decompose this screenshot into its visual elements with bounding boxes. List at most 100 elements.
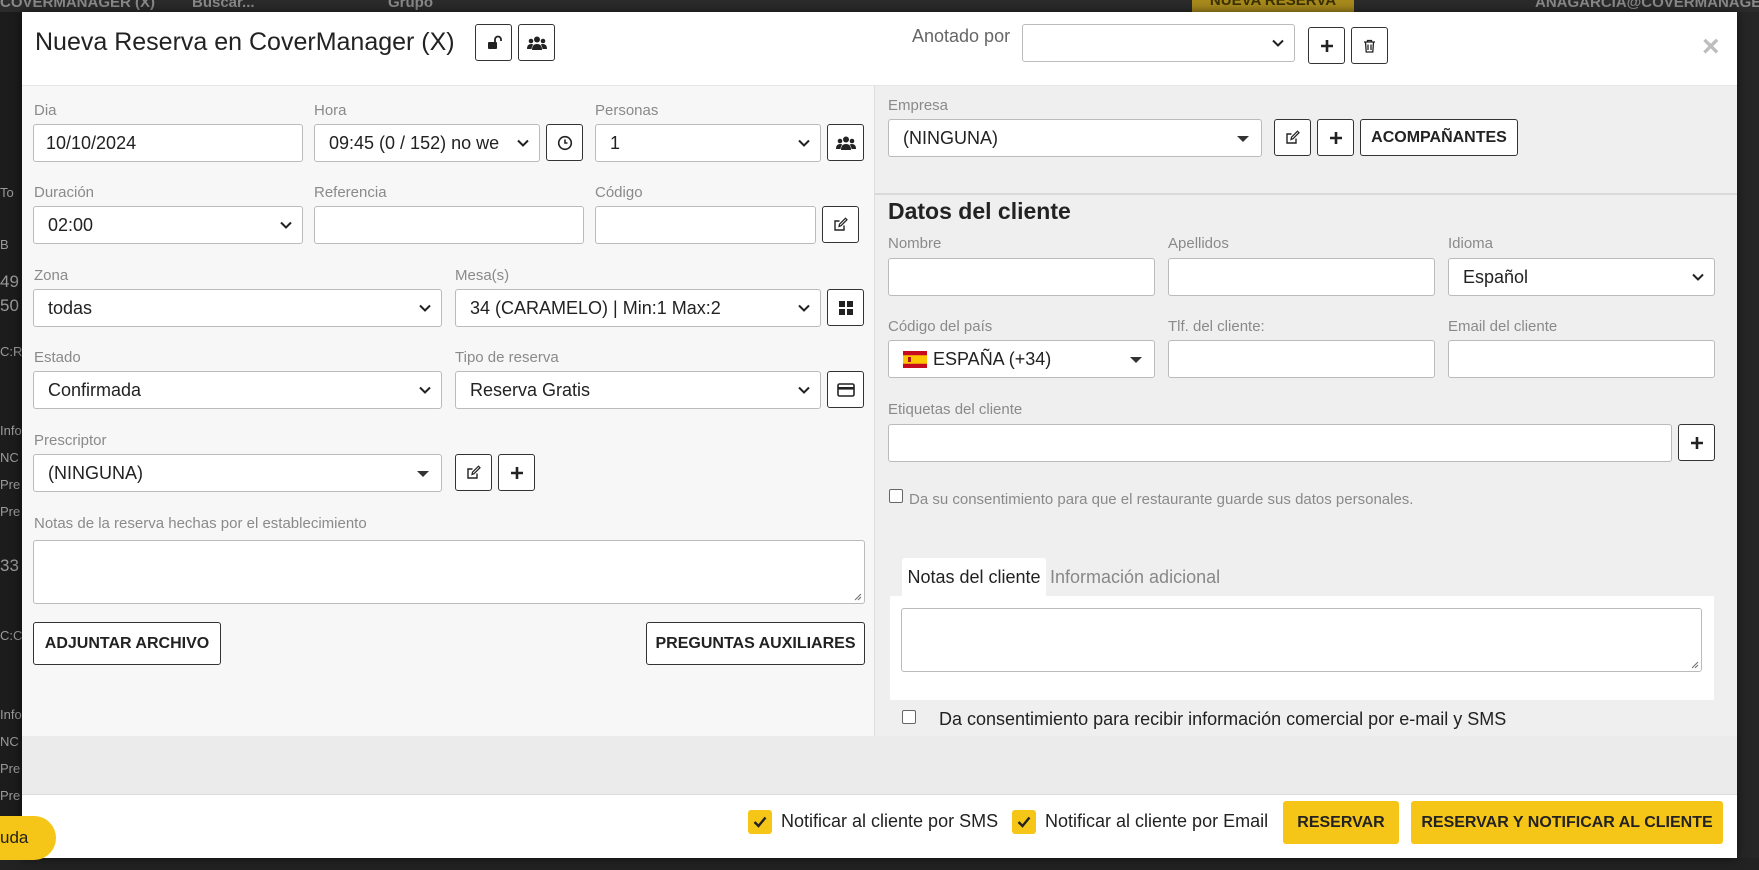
background-topbar: COVERMANAGER (X) Buscar... Grupo NUEVA R… (0, 0, 1759, 12)
etiquetas-input[interactable] (888, 424, 1672, 462)
prescriptor-edit-button[interactable] (455, 454, 492, 491)
bg-side-text: 33 (0, 556, 19, 575)
tipo-reserva-select[interactable]: Reserva Gratis (455, 371, 821, 409)
tipo-reserva-payment-button[interactable] (827, 371, 864, 408)
notas-cliente-textarea[interactable] (901, 608, 1702, 672)
personas-value: 1 (610, 132, 621, 153)
tab-notas-cliente[interactable]: Notas del cliente (902, 558, 1046, 596)
estado-select[interactable]: Confirmada (33, 371, 442, 409)
mesa-select[interactable]: 34 (CARAMELO) | Min:1 Max:2 (455, 289, 821, 327)
bg-side-text: Info (0, 707, 22, 722)
consent-data-checkbox[interactable] (889, 489, 903, 503)
adjuntar-archivo-button[interactable]: ADJUNTAR ARCHIVO (33, 622, 221, 665)
mesa-value: 34 (CARAMELO) | Min:1 Max:2 (470, 297, 721, 318)
bg-app-name: COVERMANAGER (X) (0, 0, 156, 11)
idioma-select[interactable]: Español (1448, 258, 1715, 296)
anotado-por-label: Anotado por (912, 26, 1011, 46)
section-divider (875, 193, 1737, 195)
estado-label: Estado (34, 349, 81, 366)
nombre-input[interactable] (888, 258, 1155, 296)
reservar-button[interactable]: RESERVAR (1283, 801, 1399, 844)
acompanantes-button[interactable]: ACOMPAÑANTES (1360, 119, 1518, 156)
resize-grip-icon (1691, 661, 1699, 669)
personas-group-button[interactable] (827, 124, 864, 161)
personas-select[interactable]: 1 (595, 124, 821, 162)
edit-icon (1286, 130, 1300, 144)
consent-data-label: Da su consentimiento para que el restaur… (909, 491, 1414, 508)
close-icon[interactable]: × (1702, 30, 1720, 64)
zona-select[interactable]: todas (33, 289, 442, 327)
notify-email-label: Notificar al cliente por Email (1045, 811, 1269, 831)
plus-icon (510, 466, 523, 479)
empresa-edit-button[interactable] (1274, 119, 1311, 156)
background-right-strip (1737, 12, 1759, 858)
chevron-down-icon (517, 139, 529, 147)
notify-email-checkbox[interactable] (1012, 810, 1036, 834)
chevron-down-icon (798, 304, 810, 312)
delete-anotador-button[interactable] (1351, 27, 1388, 64)
mesa-label: Mesa(s) (455, 267, 510, 284)
help-button[interactable]: uda (0, 816, 56, 860)
prescriptor-add-button[interactable] (498, 454, 535, 491)
empresa-value: (NINGUNA) (903, 127, 998, 148)
notas-reserva-textarea[interactable] (33, 540, 865, 604)
mesa-map-button[interactable] (827, 289, 864, 326)
codigo-pais-value: ESPAÑA (+34) (933, 348, 1052, 369)
preguntas-auxiliares-button[interactable]: PREGUNTAS AUXILIARES (646, 622, 865, 665)
unlock-button[interactable] (475, 24, 512, 61)
modal-header: Nueva Reserva en CoverManager (X) Anotad… (22, 12, 1737, 86)
bg-side-text: Pre (0, 788, 21, 803)
chevron-down-icon (798, 139, 810, 147)
bg-side-text: Pre (0, 477, 21, 492)
hora-label: Hora (314, 102, 347, 119)
apellidos-label: Apellidos (1168, 235, 1229, 252)
prescriptor-value: (NINGUNA) (48, 462, 143, 483)
tab-informacion-adicional[interactable]: Información adicional (1050, 558, 1220, 596)
datos-cliente-title: Datos del cliente (888, 198, 1071, 224)
group-button[interactable] (518, 24, 555, 61)
codigo-edit-button[interactable] (822, 206, 859, 243)
bg-side-text: C:C (0, 628, 23, 643)
email-input[interactable] (1448, 340, 1715, 378)
dia-value: 10/10/2024 (46, 132, 137, 153)
edit-icon (467, 465, 481, 479)
resize-grip-icon (854, 593, 862, 601)
tlf-label: Tlf. del cliente: (1168, 318, 1265, 335)
hora-select[interactable]: 09:45 (0 / 152) no we (314, 124, 540, 162)
add-anotador-button[interactable] (1308, 27, 1345, 64)
new-reservation-modal: Nueva Reserva en CoverManager (X) Anotad… (22, 12, 1737, 858)
apellidos-input[interactable] (1168, 258, 1435, 296)
empresa-select[interactable]: (NINGUNA) (888, 119, 1262, 157)
check-icon (1017, 816, 1031, 828)
notify-sms-label: Notificar al cliente por SMS (781, 811, 999, 831)
codigo-pais-select[interactable]: ESPAÑA (+34) (888, 340, 1155, 378)
consent-comercial-checkbox[interactable] (902, 710, 916, 724)
tipo-reserva-label: Tipo de reserva (455, 349, 559, 366)
caret-down-icon (417, 471, 429, 477)
grid-icon (838, 300, 853, 315)
bg-search: Buscar... (192, 0, 255, 11)
codigo-input[interactable] (595, 206, 816, 244)
notify-sms-checkbox[interactable] (748, 810, 772, 834)
anotado-por-select[interactable] (1022, 24, 1295, 62)
prescriptor-select[interactable]: (NINGUNA) (33, 454, 442, 492)
tlf-input[interactable] (1168, 340, 1435, 378)
hora-clock-button[interactable] (546, 124, 583, 161)
idioma-label: Idioma (1448, 235, 1494, 252)
duracion-value: 02:00 (48, 214, 94, 235)
notas-reserva-label: Notas de la reserva hechas por el establ… (34, 515, 367, 532)
chevron-down-icon (798, 386, 810, 394)
empresa-add-button[interactable] (1317, 119, 1354, 156)
lock-open-icon (487, 35, 502, 49)
bg-side-text: Pre (0, 504, 21, 519)
reservar-notificar-button[interactable]: RESERVAR Y NOTIFICAR AL CLIENTE (1411, 801, 1723, 844)
email-label: Email del cliente (1448, 318, 1558, 335)
duracion-select[interactable]: 02:00 (33, 206, 303, 244)
dia-input[interactable]: 10/10/2024 (33, 124, 303, 162)
dia-label: Dia (34, 102, 57, 119)
etiquetas-add-button[interactable] (1678, 424, 1715, 461)
bg-group: Grupo (388, 0, 433, 11)
referencia-input[interactable] (314, 206, 584, 244)
bg-nueva-reserva-button: NUEVA RESERVA (1192, 0, 1354, 12)
spain-flag-icon (903, 350, 927, 368)
